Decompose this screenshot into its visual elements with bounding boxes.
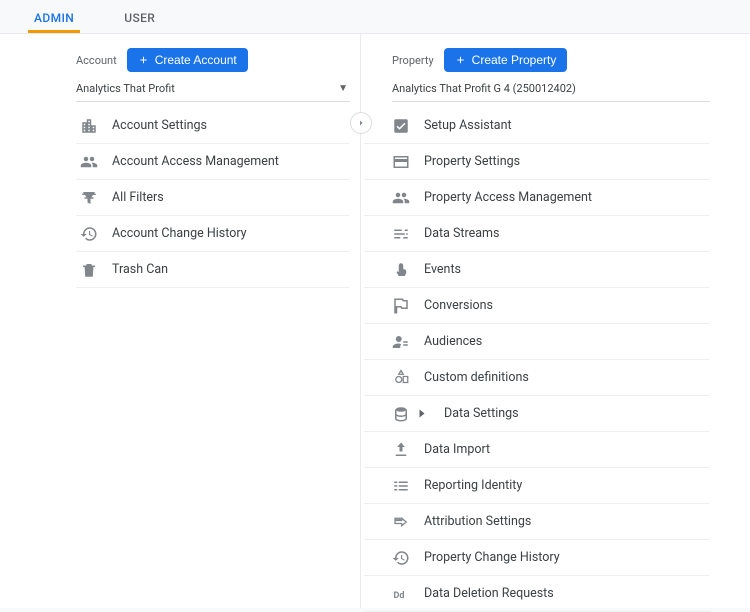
menu-item-label: Audiences [424, 334, 482, 349]
menu-property-history[interactable]: Property Change History [364, 540, 710, 576]
data-delete-icon: Dd [392, 585, 410, 603]
account-column: Account Create Account Analytics That Pr… [0, 34, 360, 608]
menu-events[interactable]: Events [364, 252, 710, 288]
menu-account-access[interactable]: Account Access Management [76, 144, 350, 180]
menu-data-streams[interactable]: Data Streams [364, 216, 710, 252]
account-header: Account Create Account [76, 34, 350, 72]
menu-item-label: Conversions [424, 298, 493, 313]
shapes-icon [392, 369, 410, 387]
menu-item-label: Property Settings [424, 154, 520, 169]
menu-item-label: Trash Can [112, 262, 168, 277]
account-header-label: Account [76, 54, 117, 67]
account-menu: Account Settings Account Access Manageme… [76, 108, 350, 288]
menu-attribution[interactable]: Attribution Settings [364, 504, 710, 540]
upload-icon [392, 441, 410, 459]
create-property-label: Create Property [472, 53, 557, 67]
menu-item-label: Account Change History [112, 226, 247, 241]
menu-conversions[interactable]: Conversions [364, 288, 710, 324]
menu-item-label: Data Import [424, 442, 490, 457]
building-icon [80, 117, 98, 135]
menu-item-label: Data Deletion Requests [424, 586, 554, 601]
attribution-icon [392, 513, 410, 531]
menu-account-settings[interactable]: Account Settings [76, 108, 350, 144]
menu-data-deletion[interactable]: Dd Data Deletion Requests [364, 576, 710, 612]
property-header-label: Property [392, 54, 434, 67]
menu-item-label: Attribution Settings [424, 514, 531, 529]
chevron-down-icon: ▼ [338, 83, 348, 94]
people-icon [392, 189, 410, 207]
history-icon [392, 549, 410, 567]
svg-text:Dd: Dd [394, 590, 405, 600]
window-icon [392, 153, 410, 171]
chevron-right-icon [420, 410, 425, 418]
property-header: Property Create Property [364, 34, 710, 72]
menu-item-label: Property Change History [424, 550, 560, 565]
account-selector-value: Analytics That Profit [76, 82, 175, 95]
admin-columns: Account Create Account Analytics That Pr… [0, 34, 750, 608]
tab-bar: ADMIN USER [0, 0, 750, 34]
menu-audiences[interactable]: Audiences [364, 324, 710, 360]
menu-data-settings[interactable]: Data Settings [364, 396, 710, 432]
property-column: Property Create Property Analytics That … [360, 34, 720, 608]
menu-item-label: Setup Assistant [424, 118, 512, 133]
property-menu: Setup Assistant Property Settings Proper… [364, 108, 710, 612]
people-icon [80, 153, 98, 171]
menu-property-access[interactable]: Property Access Management [364, 180, 710, 216]
menu-data-import[interactable]: Data Import [364, 432, 710, 468]
create-property-button[interactable]: Create Property [444, 48, 568, 72]
audience-icon [392, 333, 410, 351]
menu-item-label: Reporting Identity [424, 478, 522, 493]
menu-item-label: Events [424, 262, 461, 277]
flag-icon [392, 297, 410, 315]
tap-icon [392, 261, 410, 279]
checklist-icon [392, 117, 410, 135]
menu-item-label: Property Access Management [424, 190, 592, 205]
plus-icon [455, 55, 466, 66]
property-selector[interactable]: Analytics That Profit G 4 (250012402) [392, 78, 710, 102]
database-icon [392, 405, 410, 423]
trash-icon [80, 261, 98, 279]
identity-icon [392, 477, 410, 495]
menu-setup-assistant[interactable]: Setup Assistant [364, 108, 710, 144]
menu-item-label: All Filters [112, 190, 164, 205]
plus-icon [138, 55, 149, 66]
column-collapse-toggle[interactable] [350, 112, 372, 134]
menu-all-filters[interactable]: All Filters [76, 180, 350, 216]
create-account-button[interactable]: Create Account [127, 48, 248, 72]
menu-item-label: Account Access Management [112, 154, 279, 169]
account-selector[interactable]: Analytics That Profit ▼ [76, 78, 350, 102]
property-selector-value: Analytics That Profit G 4 (250012402) [392, 82, 576, 95]
tab-user[interactable]: USER [118, 1, 161, 33]
menu-item-label: Account Settings [112, 118, 207, 133]
menu-item-label: Custom definitions [424, 370, 529, 385]
menu-item-label: Data Settings [444, 406, 519, 421]
tab-admin[interactable]: ADMIN [28, 1, 80, 33]
menu-property-settings[interactable]: Property Settings [364, 144, 710, 180]
filter-icon [80, 189, 98, 207]
menu-account-history[interactable]: Account Change History [76, 216, 350, 252]
create-account-label: Create Account [155, 53, 237, 67]
history-icon [80, 225, 98, 243]
streams-icon [392, 225, 410, 243]
menu-item-label: Data Streams [424, 226, 499, 241]
menu-reporting-identity[interactable]: Reporting Identity [364, 468, 710, 504]
menu-trash[interactable]: Trash Can [76, 252, 350, 288]
menu-custom-definitions[interactable]: Custom definitions [364, 360, 710, 396]
